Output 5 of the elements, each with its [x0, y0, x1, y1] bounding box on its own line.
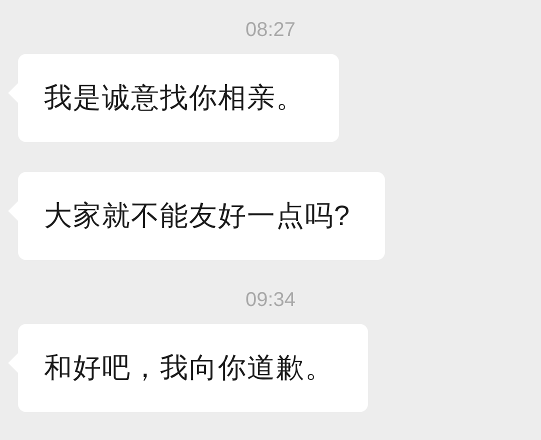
message-bubble: 和好吧，我向你道歉。 [18, 324, 368, 412]
message-bubble: 我是诚意找你相亲。 [18, 54, 339, 142]
message-time: 09:34 [245, 288, 296, 313]
message-time: 08:27 [245, 18, 296, 43]
message-bubble: 大家就不能友好一点吗? [18, 172, 385, 260]
